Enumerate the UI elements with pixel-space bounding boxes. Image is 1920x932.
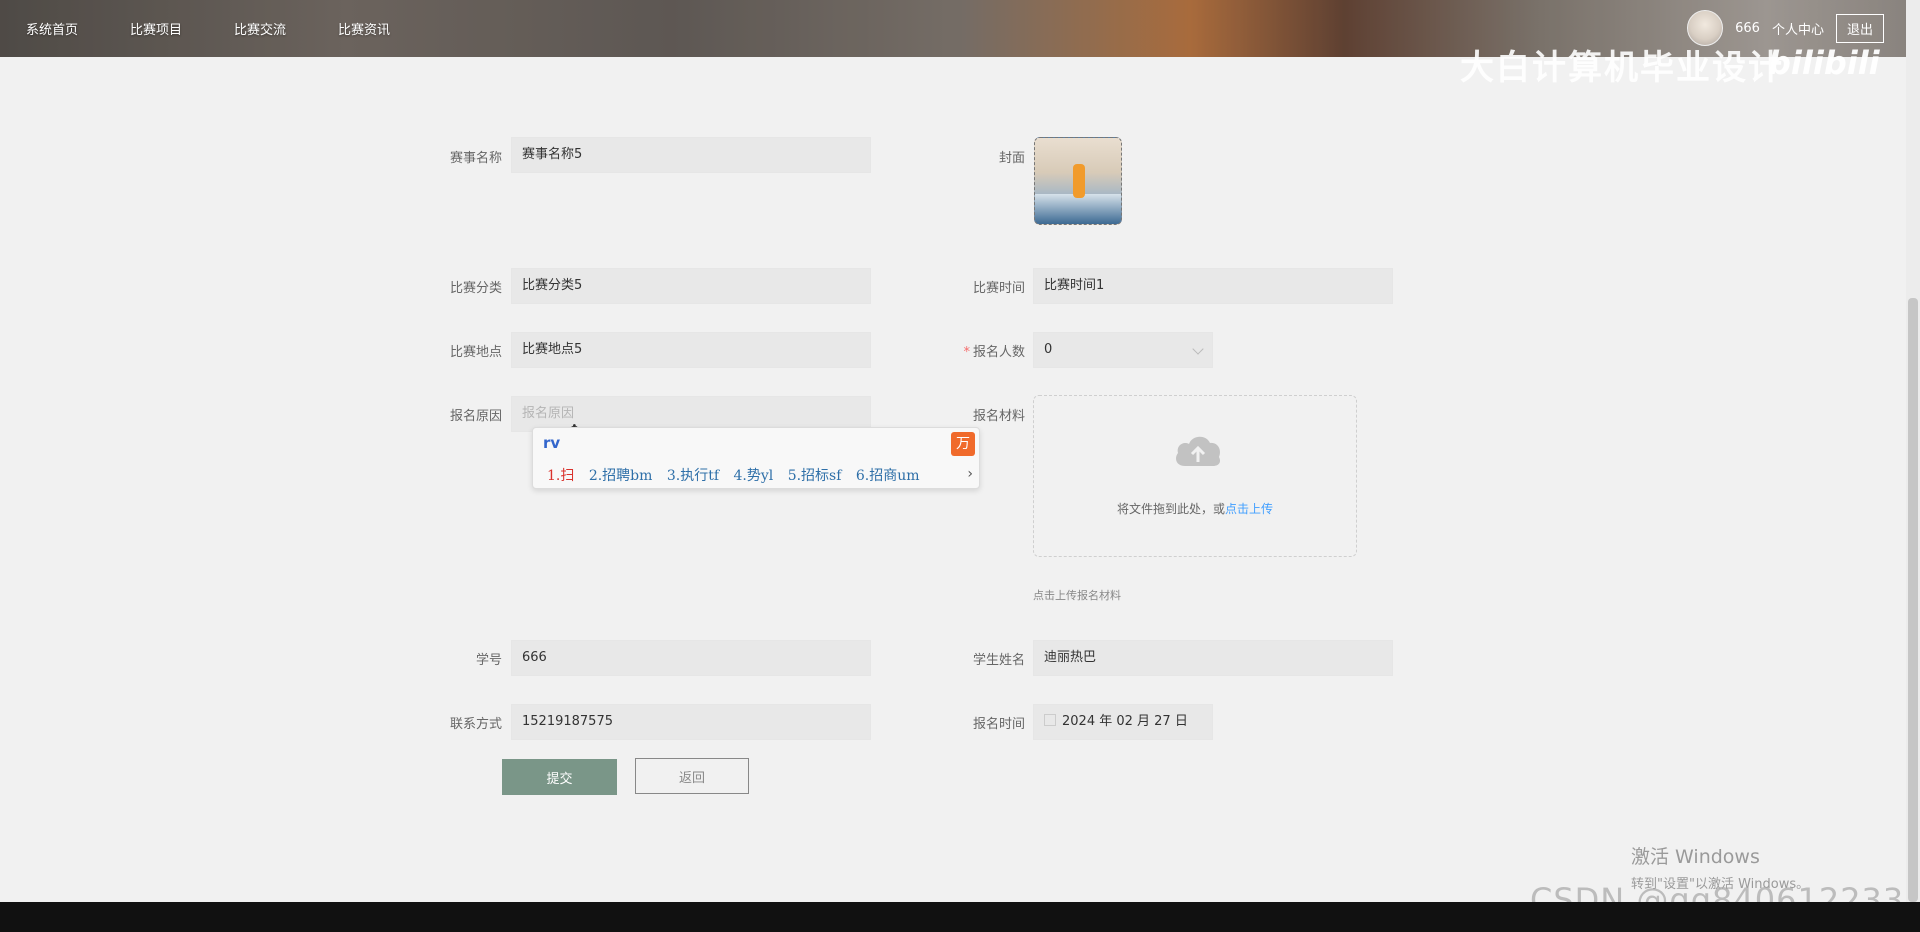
student-no-input[interactable]: 666	[511, 640, 871, 676]
signup-time-label: 报名时间	[972, 717, 1025, 732]
nav-forum[interactable]: 比赛交流	[234, 19, 286, 38]
chevron-down-icon	[1192, 343, 1204, 355]
upload-tip: 点击上传报名材料	[1033, 589, 1121, 602]
main-nav: 系统首页 比赛项目 比赛交流 比赛资讯	[0, 0, 416, 57]
signup-time-value: 2024 年 02 月 27 日	[1062, 714, 1188, 729]
cover-label: 封面	[998, 151, 1025, 166]
ime-logo-icon: 万	[951, 432, 975, 456]
material-upload-dropzone[interactable]: 将文件拖到此处，或点击上传	[1033, 395, 1357, 557]
scrollbar-thumb[interactable]	[1908, 298, 1918, 902]
ime-composition: rv	[543, 434, 561, 452]
bilibili-logo: bilibili	[1768, 44, 1880, 82]
time-input[interactable]: 比赛时间1	[1033, 268, 1393, 304]
personal-center-link[interactable]: 个人中心	[1772, 19, 1824, 38]
location-input[interactable]: 比赛地点5	[511, 332, 871, 368]
ime-candidate[interactable]: 2.招聘bm	[589, 468, 653, 484]
footer-bar	[0, 902, 1920, 932]
ime-candidate[interactable]: 6.招商um	[856, 468, 920, 484]
nav-home[interactable]: 系统首页	[26, 19, 78, 38]
watermark-text: 大白计算机毕业设计	[1460, 48, 1784, 88]
signup-count-label-text: 报名人数	[972, 345, 1025, 360]
event-name-input[interactable]: 赛事名称5	[511, 137, 871, 173]
contact-input[interactable]: 15219187575	[511, 704, 871, 740]
event-name-label: 赛事名称	[449, 151, 502, 166]
ime-candidate[interactable]: 5.招标sf	[788, 468, 842, 484]
category-label: 比赛分类	[449, 281, 502, 296]
upload-link[interactable]: 点击上传	[1225, 502, 1273, 516]
ime-candidate[interactable]: 1.扫	[547, 468, 574, 484]
signup-count-select[interactable]: 0	[1033, 332, 1213, 368]
location-label: 比赛地点	[449, 345, 502, 360]
student-name-label: 学生姓名	[972, 653, 1025, 668]
signup-count-label: * 报名人数	[915, 341, 1025, 360]
cover-image[interactable]	[1034, 137, 1122, 225]
cloud-upload-icon	[1176, 436, 1221, 466]
reason-label: 报名原因	[449, 409, 502, 424]
ime-candidates: 1.扫 2.招聘bm 3.执行tf 4.势yl 5.招标sf 6.招商um	[547, 465, 930, 485]
username: 666	[1735, 20, 1760, 36]
signup-count-value: 0	[1044, 342, 1053, 357]
upload-text: 将文件拖到此处，或点击上传	[1034, 500, 1356, 517]
page-scrollbar[interactable]	[1906, 0, 1920, 902]
student-no-label: 学号	[475, 653, 502, 668]
ime-candidate-window[interactable]: rv 万 1.扫 2.招聘bm 3.执行tf 4.势yl 5.招标sf 6.招商…	[532, 427, 980, 489]
ime-candidate[interactable]: 4.势yl	[734, 468, 774, 484]
chevron-right-icon[interactable]: ›	[967, 466, 973, 482]
student-name-input[interactable]: 迪丽热巴	[1033, 640, 1393, 676]
activate-title: 激活 Windows	[1631, 846, 1760, 868]
nav-news[interactable]: 比赛资讯	[338, 19, 390, 38]
required-mark: *	[963, 345, 970, 360]
submit-button[interactable]: 提交	[502, 759, 617, 795]
nav-projects[interactable]: 比赛项目	[130, 19, 182, 38]
material-label: 报名材料	[972, 409, 1025, 424]
upload-drag-text: 将文件拖到此处，或	[1116, 502, 1225, 516]
back-button[interactable]: 返回	[635, 758, 749, 794]
contact-label: 联系方式	[449, 717, 502, 732]
logout-button[interactable]: 退出	[1835, 13, 1884, 43]
category-input[interactable]: 比赛分类5	[511, 268, 871, 304]
signup-time-input[interactable]: 2024 年 02 月 27 日	[1033, 704, 1213, 740]
time-label: 比赛时间	[972, 281, 1025, 296]
calendar-icon	[1044, 714, 1056, 726]
ime-candidate[interactable]: 3.执行tf	[667, 468, 719, 484]
